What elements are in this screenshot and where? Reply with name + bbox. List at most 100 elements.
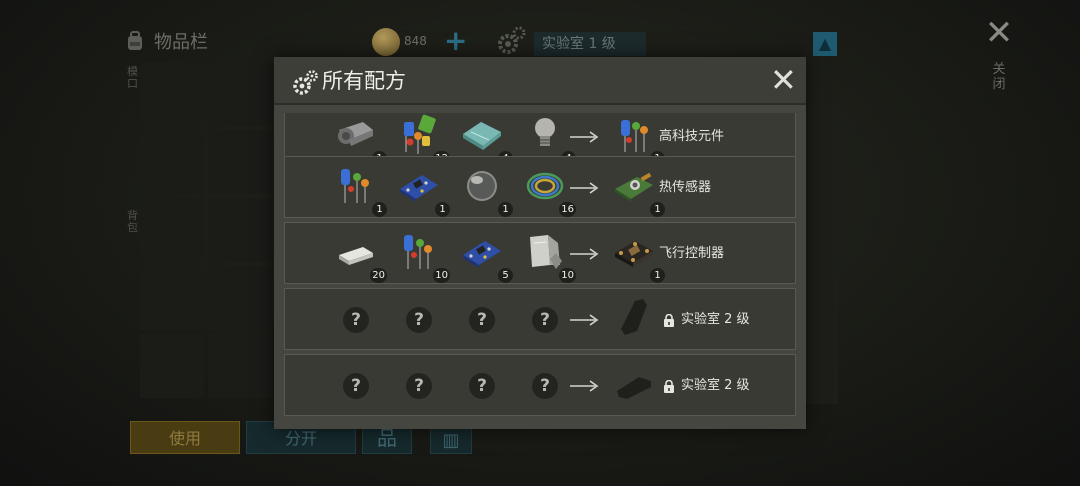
ingredient-slot[interactable]: 16: [514, 157, 576, 219]
lab-level-label: 实验室 1 级: [534, 32, 646, 56]
ingredient-slot: ?: [514, 355, 576, 417]
side-label-backpack: 背包: [127, 209, 138, 234]
inventory-slot[interactable]: [140, 130, 204, 194]
unknown-icon: ?: [469, 307, 495, 333]
ingredient-slot: ?: [325, 289, 387, 351]
wire-coil-icon: [526, 172, 564, 200]
ingredient-slot[interactable]: 10: [388, 223, 450, 285]
inventory-grid: [140, 62, 274, 404]
silver-ingot-icon: [339, 247, 373, 265]
ingredient-slot[interactable]: 10: [514, 223, 576, 285]
inventory-slot[interactable]: [140, 334, 204, 398]
arrow-right-icon: [570, 182, 599, 194]
unknown-icon: ?: [406, 373, 432, 399]
circuit-board-icon: [400, 175, 438, 202]
locked-requirement-label: 实验室 2 级: [681, 312, 750, 327]
result-slot: [603, 289, 665, 351]
result-slot: [603, 355, 665, 417]
locked-silhouette-icon: [617, 377, 651, 399]
locked-silhouette-icon: [621, 299, 647, 335]
arrow-right-icon: [570, 131, 599, 143]
electronic-parts-icon: [341, 169, 369, 203]
light-bulb-icon: [535, 118, 555, 146]
inventory-slot[interactable]: [208, 198, 272, 262]
electronic-parts-icon: [404, 235, 432, 269]
unknown-icon: ?: [532, 307, 558, 333]
ingredient-quantity: 10: [433, 268, 450, 283]
result-slot[interactable]: 1: [603, 223, 665, 285]
ingredient-slot[interactable]: 20: [325, 223, 387, 285]
unknown-icon: ?: [343, 373, 369, 399]
close-icon[interactable]: ✕: [770, 64, 797, 96]
flight-controller-icon: [615, 241, 653, 267]
unknown-icon: ?: [343, 307, 369, 333]
aluminum-foil-icon: [530, 235, 562, 269]
ingredient-slot: ?: [388, 355, 450, 417]
inventory-slot[interactable]: [140, 266, 204, 330]
ingredient-quantity: 1: [435, 202, 450, 217]
use-button[interactable]: 使用: [130, 421, 240, 454]
side-label-hands: 模口: [127, 65, 138, 90]
result-quantity: 1: [650, 202, 665, 217]
arrow-right-icon: [570, 380, 599, 392]
lab-gear-icon: [498, 26, 526, 54]
inventory-slot[interactable]: [208, 334, 272, 398]
result-name: 飞行控制器: [659, 246, 725, 261]
circuit-board-icon: [463, 241, 501, 268]
ingredient-slot: ?: [388, 289, 450, 351]
ingredient-slot[interactable]: 1: [388, 157, 450, 219]
lock-icon: [664, 313, 674, 327]
recipe-row-locked[interactable]: ? ? ? ? 实验室 2 级: [284, 288, 796, 350]
result-name: 高科技元件: [659, 129, 725, 144]
trash-button[interactable]: ▥: [430, 425, 472, 454]
upload-button[interactable]: ▲: [813, 32, 837, 56]
coin-count: 848: [404, 34, 427, 48]
inventory-slot[interactable]: [208, 62, 272, 126]
inventory-slot[interactable]: [140, 62, 204, 126]
coin-icon: [372, 28, 400, 56]
recipe-list[interactable]: 1 12: [284, 113, 796, 419]
inventory-header: 物品栏: [124, 28, 208, 54]
close-inventory-icon[interactable]: ✕: [984, 16, 1014, 50]
ingredient-slot: ?: [514, 289, 576, 351]
recipe-row[interactable]: 1 1 1 16 1 热传感器: [284, 156, 796, 218]
arrow-right-icon: [570, 248, 599, 260]
ingredient-slot[interactable]: 1: [325, 157, 387, 219]
result-quantity: 1: [650, 268, 665, 283]
locked-requirement: 实验室 2 级: [663, 377, 750, 395]
ingredient-quantity: 10: [559, 268, 576, 283]
inventory-title: 物品栏: [154, 32, 208, 53]
arrow-right-icon: [570, 314, 599, 326]
ingredient-slot: ?: [325, 355, 387, 417]
ingredient-slot: ?: [451, 289, 513, 351]
high-tech-component-icon: [621, 120, 648, 152]
ingredient-quantity: 5: [498, 268, 513, 283]
lens-icon: [467, 171, 497, 201]
close-inventory-label: 关闭: [992, 62, 1006, 92]
inventory-slot[interactable]: [208, 130, 272, 194]
ingredient-slot[interactable]: 1: [451, 157, 513, 219]
result-slot[interactable]: 1: [603, 157, 665, 219]
recipe-row[interactable]: 20 10 5 10 1 飞行控制器: [284, 222, 796, 284]
heat-sensor-icon: [615, 172, 653, 202]
add-coins-button[interactable]: +: [444, 26, 467, 56]
result-name: 热传感器: [659, 180, 712, 195]
glass-sheet-icon: [463, 122, 501, 150]
backpack-icon: [128, 31, 142, 50]
metal-sheet-roll-icon: [338, 122, 373, 146]
unknown-icon: ?: [469, 373, 495, 399]
ingredient-quantity: 1: [372, 202, 387, 217]
modal-header: 所有配方 ✕: [274, 57, 806, 105]
locked-requirement-label: 实验室 2 级: [681, 378, 750, 393]
ingredient-slot: ?: [451, 355, 513, 417]
locked-requirement: 实验室 2 级: [663, 311, 750, 329]
gears-icon: [293, 70, 318, 95]
recipes-modal: 所有配方 ✕ 1: [274, 57, 806, 429]
inventory-slot[interactable]: [208, 266, 272, 330]
inventory-slot[interactable]: [140, 198, 204, 262]
ingredient-quantity: 16: [559, 202, 576, 217]
inventory-scroll-area: [806, 108, 838, 404]
recipe-row-locked[interactable]: ? ? ? ? 实验室 2 级: [284, 354, 796, 416]
ingredient-quantity: 20: [370, 268, 387, 283]
ingredient-slot[interactable]: 5: [451, 223, 513, 285]
